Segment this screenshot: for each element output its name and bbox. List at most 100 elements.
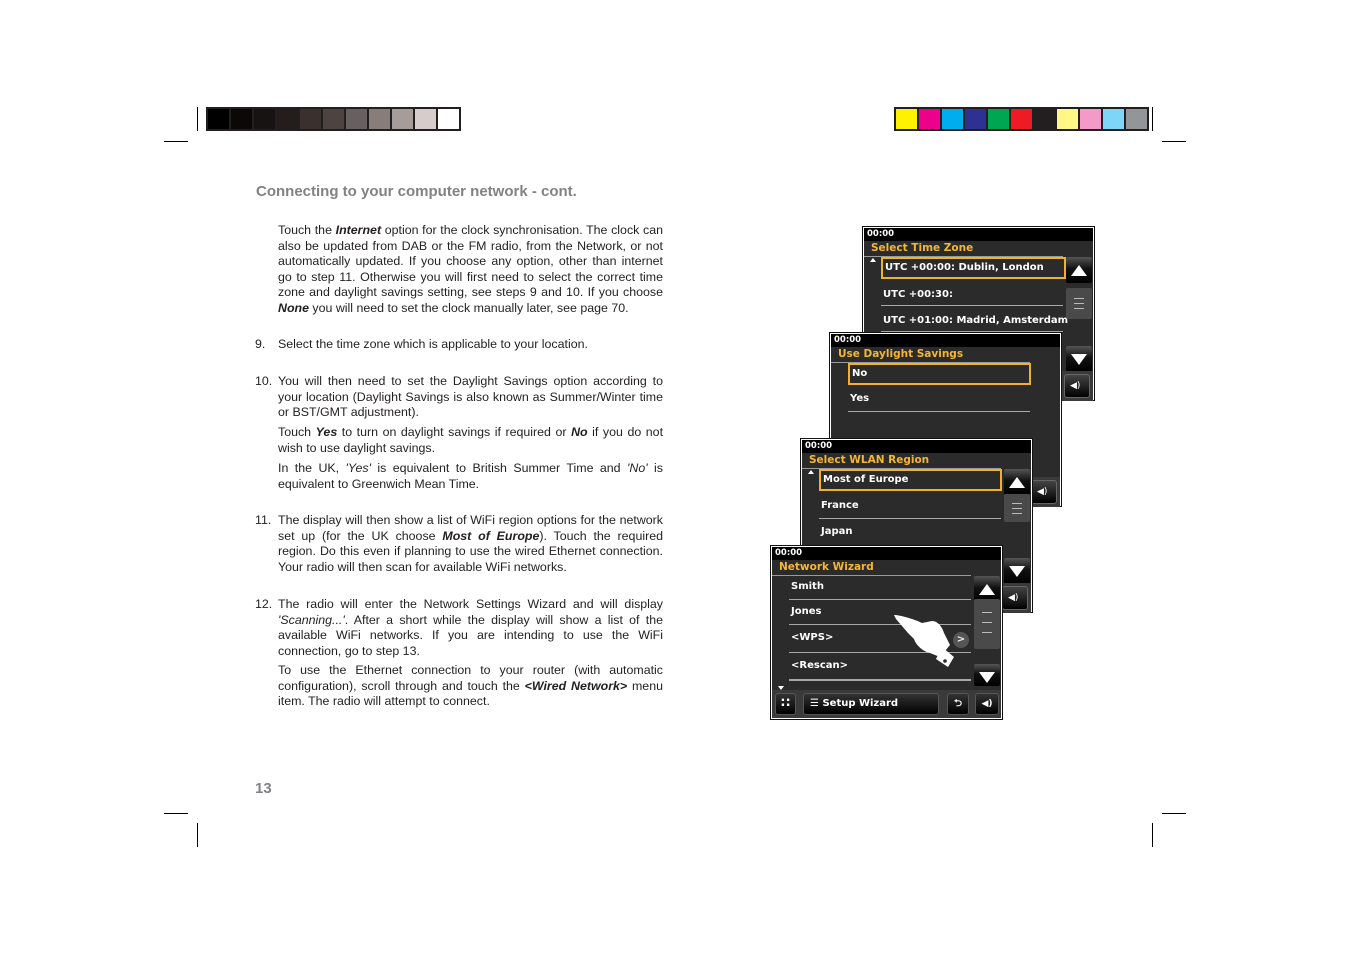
- step-9-text: Select the time zone which is applicable…: [278, 337, 588, 351]
- page-number: 13: [255, 780, 272, 797]
- emphasis-yes: Yes: [315, 425, 338, 439]
- grayscale-calibration-bar: [206, 107, 461, 131]
- text-run: The radio will enter the Network Setting…: [278, 597, 663, 611]
- divider: [881, 331, 1063, 332]
- screen-title: Use Daylight Savings: [831, 347, 1030, 363]
- divider: [789, 599, 971, 600]
- list-item-selected[interactable]: UTC +00:00: Dublin, London: [881, 257, 1066, 279]
- gray-swatch: [323, 109, 344, 129]
- status-clock: 00:00: [772, 547, 1001, 560]
- list-item[interactable]: Japan: [819, 521, 1004, 543]
- step-12-ethernet: To use the Ethernet connection to your r…: [278, 663, 663, 710]
- text-run: In the UK,: [278, 461, 346, 475]
- bottom-toolbar: ∷ ☰ Setup Wizard ⮌ ◀): [772, 690, 1001, 718]
- crop-mark: [1162, 141, 1186, 142]
- gray-swatch: [369, 109, 390, 129]
- color-swatch: [919, 109, 940, 129]
- gray-swatch: [231, 109, 252, 129]
- volume-area: ◀): [1061, 371, 1093, 401]
- volume-button[interactable]: ◀): [1064, 374, 1090, 398]
- speaker-icon: ◀): [1008, 593, 1019, 603]
- list-item[interactable]: France: [819, 495, 1004, 517]
- back-button[interactable]: ⮌: [947, 693, 969, 715]
- grid-icon: ∷: [780, 696, 791, 711]
- scroll-down-button[interactable]: [1066, 346, 1092, 372]
- scroll-up-indicator-icon: [808, 470, 814, 474]
- screen-title: Select Time Zone: [864, 241, 1063, 257]
- color-swatch: [896, 109, 917, 129]
- gray-swatch: [438, 109, 459, 129]
- scroll-up-button[interactable]: [1004, 469, 1030, 495]
- scroll-up-button[interactable]: [1066, 257, 1092, 283]
- screen-title: Network Wizard: [772, 560, 971, 576]
- emphasis-no: 'No': [627, 461, 648, 475]
- emphasis-wired-network: <Wired Network>: [524, 678, 628, 693]
- crop-mark: [164, 141, 188, 142]
- speaker-icon: ◀): [1037, 487, 1048, 497]
- step-12-text: The radio will enter the Network Setting…: [278, 597, 663, 659]
- list-item[interactable]: UTC +00:30:: [881, 284, 1066, 306]
- speaker-icon: ◀): [981, 699, 993, 709]
- volume-area: ◀): [999, 583, 1031, 613]
- status-clock: 00:00: [864, 228, 1093, 241]
- color-swatch: [1034, 109, 1055, 129]
- color-swatch: [965, 109, 986, 129]
- emphasis-scanning: 'Scanning...': [278, 612, 345, 627]
- speaker-icon: ◀): [1070, 381, 1081, 391]
- emphasis-yes: 'Yes': [345, 461, 371, 475]
- step-10-text: You will then need to set the Daylight S…: [278, 374, 663, 420]
- volume-button[interactable]: ◀): [975, 693, 999, 715]
- color-swatch: [1126, 109, 1147, 129]
- emphasis-none: None: [278, 300, 309, 315]
- list-item[interactable]: Smith: [789, 576, 974, 598]
- page-title: Connecting to your computer network - co…: [256, 183, 577, 200]
- divider: [819, 518, 1001, 519]
- volume-button[interactable]: ◀): [1002, 586, 1028, 610]
- color-swatch: [988, 109, 1009, 129]
- gray-swatch: [208, 109, 229, 129]
- step-11-text: The display will then show a list of WiF…: [278, 513, 663, 575]
- scrollbar-thumb[interactable]: [1066, 288, 1092, 319]
- color-calibration-bar: [894, 107, 1149, 131]
- list-item[interactable]: UTC +01:00: Madrid, Amsterdam: [881, 310, 1081, 332]
- scrollbar-thumb[interactable]: [1004, 494, 1030, 522]
- crop-mark: [197, 823, 198, 847]
- gray-swatch: [392, 109, 413, 129]
- list-item-selected[interactable]: No: [848, 363, 1031, 385]
- step-10-yes-no: Touch Yes to turn on daylight savings if…: [278, 425, 663, 456]
- gray-swatch: [254, 109, 275, 129]
- status-clock: 00:00: [831, 334, 1060, 347]
- gray-swatch: [277, 109, 298, 129]
- home-grid-button[interactable]: ∷: [775, 693, 796, 715]
- pointing-hand-icon: [894, 615, 954, 667]
- emphasis-no: No: [571, 425, 588, 439]
- divider: [789, 679, 971, 681]
- text-run: is equivalent to British Summer Time and: [370, 461, 628, 475]
- text-run: Touch the: [278, 223, 336, 237]
- scroll-down-button[interactable]: [974, 664, 1000, 686]
- volume-button[interactable]: ◀): [1031, 480, 1057, 504]
- volume-area: ◀): [1028, 477, 1060, 507]
- step-10-uk-note: In the UK, 'Yes' is equivalent to Britis…: [278, 461, 663, 492]
- step-number: 11.: [255, 513, 272, 527]
- scroll-down-button[interactable]: [1004, 558, 1030, 584]
- gray-swatch: [415, 109, 436, 129]
- menu-icon: ☰: [810, 698, 819, 709]
- list-item-selected[interactable]: Most of Europe: [819, 469, 1002, 491]
- intro-paragraph: Touch the Internet option for the clock …: [278, 223, 663, 317]
- screen-title: Select WLAN Region: [802, 453, 1001, 469]
- color-swatch: [1011, 109, 1032, 129]
- text-run: you will need to set the clock manually …: [308, 300, 629, 315]
- crop-mark: [1162, 813, 1186, 814]
- crop-mark: [197, 107, 198, 131]
- emphasis-most-of-europe: Most of Europe: [442, 528, 540, 543]
- screen-network-wizard: 00:00 Network Wizard Smith Jones <WPS> <…: [770, 545, 1003, 720]
- gray-swatch: [346, 109, 367, 129]
- menu-button[interactable]: ☰ Setup Wizard: [803, 693, 939, 715]
- list-item[interactable]: Yes: [848, 388, 1033, 410]
- gray-swatch: [300, 109, 321, 129]
- crop-mark: [164, 813, 188, 814]
- scroll-up-indicator-icon: [870, 258, 876, 262]
- menu-label: Setup Wizard: [822, 698, 899, 709]
- scrollbar-thumb[interactable]: [974, 599, 1000, 649]
